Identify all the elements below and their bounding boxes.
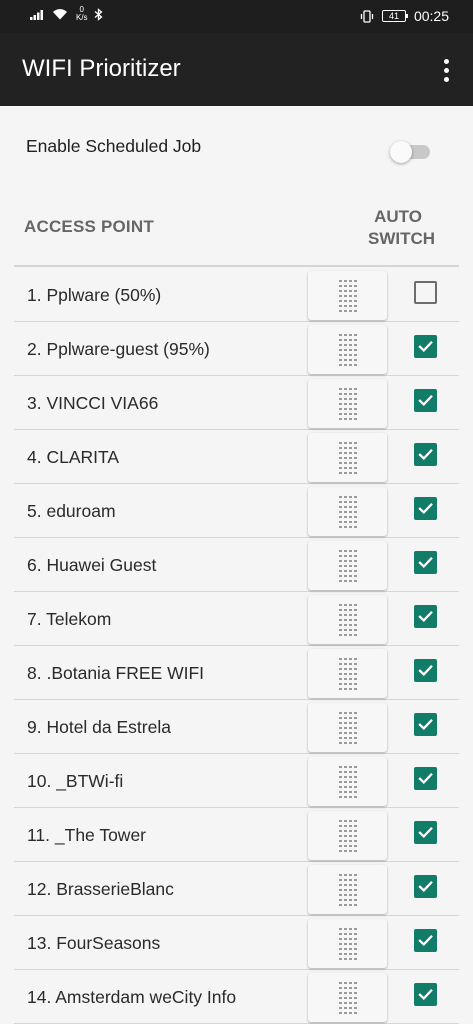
access-point-label: 4. CLARITA bbox=[27, 447, 120, 467]
grip-dots bbox=[338, 819, 357, 852]
grip-dots bbox=[338, 333, 357, 366]
access-point-label: 6. Huawei Guest bbox=[27, 555, 157, 575]
access-point-label: 5. eduroam bbox=[27, 501, 116, 521]
grip-dots bbox=[338, 927, 357, 960]
auto-switch-checkbox[interactable] bbox=[414, 713, 437, 736]
net-speed-unit: K/s bbox=[76, 13, 88, 22]
access-point-row: 8. .Botania FREE WIFI bbox=[14, 646, 459, 700]
auto-switch-header-line1: AUTO bbox=[374, 207, 422, 226]
auto-switch-checkbox[interactable] bbox=[414, 875, 437, 898]
scheduled-job-toggle[interactable] bbox=[390, 141, 432, 163]
auto-switch-checkbox[interactable] bbox=[414, 551, 437, 574]
access-point-row: 7. Telekom bbox=[14, 592, 459, 646]
clock: 00:25 bbox=[413, 8, 449, 24]
grip-dots bbox=[338, 657, 357, 690]
app-title: WIFI Prioritizer bbox=[22, 55, 181, 82]
access-point-row: 6. Huawei Guest bbox=[14, 538, 459, 592]
toggle-thumb bbox=[390, 141, 412, 163]
grip-dots bbox=[338, 387, 357, 420]
access-point-label: 7. Telekom bbox=[27, 609, 112, 629]
access-point-row: 2. Pplware-guest (95%) bbox=[14, 322, 459, 376]
auto-switch-checkbox[interactable] bbox=[414, 443, 437, 466]
drag-handle-icon[interactable] bbox=[308, 541, 387, 590]
access-point-row: 13. FourSeasons bbox=[14, 916, 459, 970]
access-point-row: 3. VINCCI VIA66 bbox=[14, 376, 459, 430]
access-point-label: 8. .Botania FREE WIFI bbox=[27, 663, 204, 683]
drag-handle-icon[interactable] bbox=[308, 271, 387, 320]
auto-switch-header-line2: SWITCH bbox=[368, 229, 436, 248]
access-point-label: 10. _BTWi-fi bbox=[27, 771, 124, 791]
access-point-column-header: ACCESS POINT bbox=[24, 217, 154, 236]
access-point-row: 1. Pplware (50%) bbox=[14, 268, 459, 322]
grip-dots bbox=[338, 873, 357, 906]
access-point-label: 11. _The Tower bbox=[27, 825, 147, 845]
access-point-label: 12. BrasserieBlanc bbox=[27, 879, 174, 899]
auto-switch-checkbox[interactable] bbox=[414, 983, 437, 1006]
drag-handle-icon[interactable] bbox=[308, 379, 387, 428]
grip-dots bbox=[338, 765, 357, 798]
more-vert-icon[interactable] bbox=[443, 59, 449, 82]
drag-handle-icon[interactable] bbox=[308, 811, 387, 860]
grip-dots bbox=[338, 603, 357, 636]
vibrate-icon bbox=[360, 9, 374, 23]
auto-switch-column-header: AUTO SWITCH bbox=[368, 206, 436, 250]
drag-handle-icon[interactable] bbox=[308, 433, 387, 482]
access-point-label: 14. Amsterdam weCity Info bbox=[27, 987, 237, 1007]
auto-switch-checkbox[interactable] bbox=[414, 335, 437, 358]
access-point-row: 9. Hotel da Estrela bbox=[14, 700, 459, 754]
drag-handle-icon[interactable] bbox=[308, 325, 387, 374]
access-point-label: 9. Hotel da Estrela bbox=[27, 717, 171, 737]
bluetooth-icon bbox=[94, 7, 103, 21]
access-point-row: 11. _The Tower bbox=[14, 808, 459, 862]
access-point-row: 10. _BTWi-fi bbox=[14, 754, 459, 808]
auto-switch-checkbox[interactable] bbox=[414, 389, 437, 412]
scheduled-job-row: Enable Scheduled Job bbox=[0, 106, 473, 186]
access-point-label: 3. VINCCI VIA66 bbox=[27, 393, 159, 413]
grip-dots bbox=[338, 495, 357, 528]
grip-dots bbox=[338, 711, 357, 744]
auto-switch-checkbox[interactable] bbox=[414, 929, 437, 952]
battery-indicator: 41 bbox=[381, 10, 408, 22]
wifi-icon bbox=[53, 9, 67, 20]
grip-dots bbox=[338, 981, 357, 1014]
access-point-label: 13. FourSeasons bbox=[27, 933, 161, 953]
access-point-row: 4. CLARITA bbox=[14, 430, 459, 484]
auto-switch-checkbox[interactable] bbox=[414, 767, 437, 790]
net-speed: 0 K/s bbox=[76, 6, 88, 22]
grip-dots bbox=[338, 279, 357, 312]
grip-dots bbox=[338, 549, 357, 582]
drag-handle-icon[interactable] bbox=[308, 649, 387, 698]
scheduled-job-label: Enable Scheduled Job bbox=[26, 136, 202, 156]
drag-handle-icon[interactable] bbox=[308, 703, 387, 752]
drag-handle-icon[interactable] bbox=[308, 919, 387, 968]
access-point-list: 1. Pplware (50%) 2. Pplware-guest (95%) 3.… bbox=[14, 268, 459, 1024]
app-bar: WIFI Prioritizer bbox=[0, 33, 473, 106]
drag-handle-icon[interactable] bbox=[308, 973, 387, 1022]
auto-switch-checkbox[interactable] bbox=[414, 281, 437, 304]
header-divider bbox=[14, 265, 459, 267]
signal-icon bbox=[30, 10, 43, 20]
grip-dots bbox=[338, 441, 357, 474]
auto-switch-checkbox[interactable] bbox=[414, 821, 437, 844]
drag-handle-icon[interactable] bbox=[308, 487, 387, 536]
access-point-row: 12. BrasserieBlanc bbox=[14, 862, 459, 916]
access-point-label: 2. Pplware-guest (95%) bbox=[27, 339, 210, 359]
drag-handle-icon[interactable] bbox=[308, 757, 387, 806]
drag-handle-icon[interactable] bbox=[308, 865, 387, 914]
auto-switch-checkbox[interactable] bbox=[414, 497, 437, 520]
status-bar: 0 K/s 41 00:25 bbox=[0, 0, 473, 33]
access-point-label: 1. Pplware (50%) bbox=[27, 285, 162, 305]
auto-switch-checkbox[interactable] bbox=[414, 659, 437, 682]
auto-switch-checkbox[interactable] bbox=[414, 605, 437, 628]
drag-handle-icon[interactable] bbox=[308, 595, 387, 644]
access-point-row: 5. eduroam bbox=[14, 484, 459, 538]
access-point-row: 14. Amsterdam weCity Info bbox=[14, 970, 459, 1024]
